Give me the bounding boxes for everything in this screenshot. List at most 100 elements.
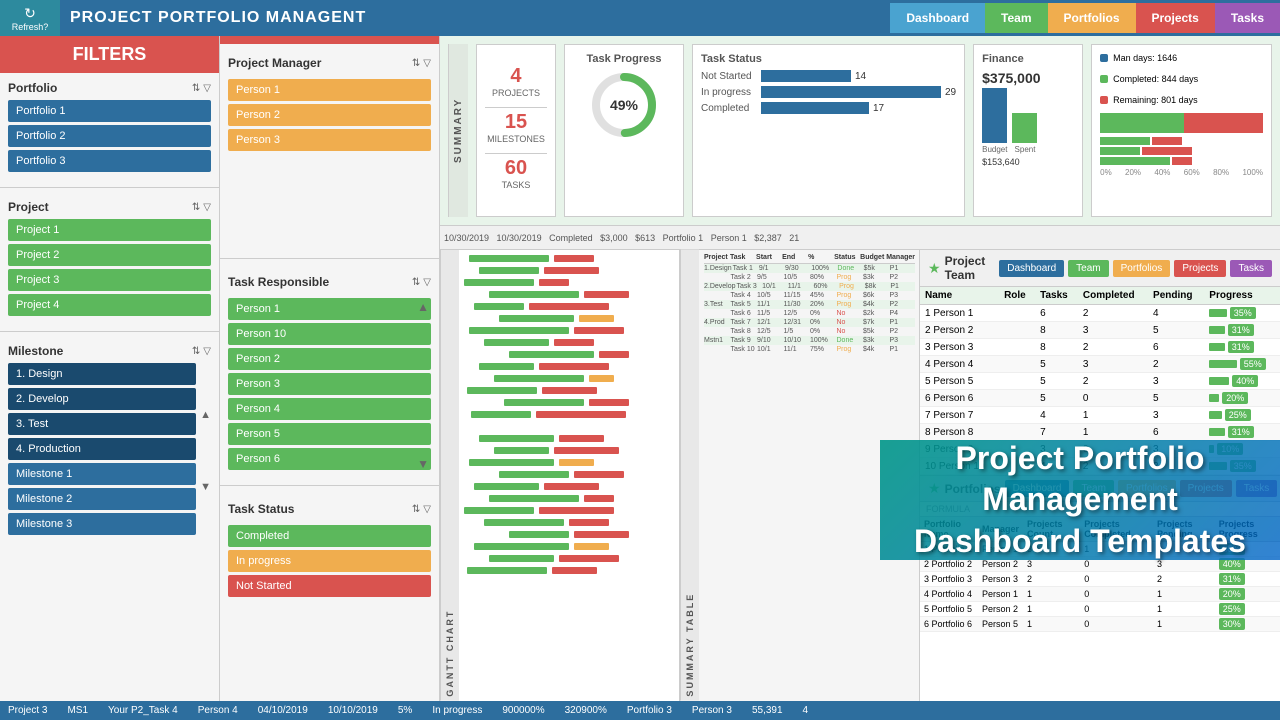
team-col-role: Role <box>999 287 1035 305</box>
pm-person2-btn[interactable]: Person 2 <box>228 104 431 126</box>
team-tab-team[interactable]: Team <box>1068 260 1108 277</box>
team-completed-cell: 1 <box>1078 407 1148 424</box>
portfolio-filter-icon[interactable]: ▽ <box>203 83 211 94</box>
port-progress-badge: 20% <box>1219 588 1245 600</box>
ts-notstarted-btn[interactable]: Not Started <box>228 575 431 597</box>
refresh-button[interactable]: ↻ Refresh? <box>0 0 60 36</box>
progress-bar-fill <box>1209 326 1225 334</box>
project-2-btn[interactable]: Project 2 <box>8 244 211 266</box>
milestone-3-btn[interactable]: Milestone 3 <box>8 513 196 535</box>
tab-tasks[interactable]: Tasks <box>1215 3 1280 33</box>
milestone-sort-icon[interactable]: ⇅ <box>192 346 200 357</box>
pm-sort-icon[interactable]: ⇅ <box>412 58 420 69</box>
team-tab-portfolios[interactable]: Portfolios <box>1113 260 1171 277</box>
tab-dashboard[interactable]: Dashboard <box>890 3 985 33</box>
team-table-row: 7 Person 7 4 1 3 25% <box>920 407 1280 424</box>
team-progress-cell: 31% <box>1204 322 1280 339</box>
milestone-production-btn[interactable]: 4. Production <box>8 438 196 460</box>
port-completed-cell: 0 <box>1080 602 1153 617</box>
portfolio-sort-icon[interactable]: ⇅ <box>192 83 200 94</box>
port-count-cell: 2 <box>1023 572 1080 587</box>
milestone-scroll-down[interactable]: ▼ <box>200 481 211 493</box>
ts-completed-btn[interactable]: Completed <box>228 525 431 547</box>
pm-person1-btn[interactable]: Person 1 <box>228 79 431 101</box>
tr-person6-btn[interactable]: Person 6 <box>228 448 431 470</box>
gantt-panel: GANTT CHART <box>440 250 680 701</box>
status-bar: Project 3 MS1 Your P2_Task 4 Person 4 04… <box>0 701 1280 720</box>
tr-person3-btn[interactable]: Person 3 <box>228 373 431 395</box>
milestone-filter-title: Milestone <box>8 344 63 358</box>
pm-person3-btn[interactable]: Person 3 <box>228 129 431 151</box>
progress-pct-label: 40% <box>1232 375 1258 387</box>
in-progress-val: 29 <box>945 87 956 98</box>
team-col-pending: Pending <box>1148 287 1204 305</box>
tr-person5-btn[interactable]: Person 5 <box>228 423 431 445</box>
ts-sort-icon[interactable]: ⇅ <box>412 504 420 515</box>
tr-scroll-down[interactable]: ▼ <box>417 457 429 471</box>
status-end-date: 10/10/2019 <box>328 705 378 716</box>
project-1-btn[interactable]: Project 1 <box>8 219 211 241</box>
team-tasks-cell: 4 <box>1035 407 1078 424</box>
team-name-cell: 3 Person 3 <box>920 339 999 356</box>
overlay-line1: Project Portfolio Management <box>956 440 1205 518</box>
portfolio-1-btn[interactable]: Portfolio 1 <box>8 100 211 122</box>
port-completed-cell: 0 <box>1080 617 1153 632</box>
team-progress-cell: 20% <box>1204 390 1280 407</box>
task-progress-title: Task Progress <box>586 53 661 65</box>
portfolio-3-btn[interactable]: Portfolio 3 <box>8 150 211 172</box>
tr-person10-btn[interactable]: Person 10 <box>228 323 431 345</box>
port-pending-cell: 2 <box>1153 572 1215 587</box>
project-3-btn[interactable]: Project 3 <box>8 269 211 291</box>
team-progress-cell: 40% <box>1204 373 1280 390</box>
gantt-legend-card: Man days: 1646 Completed: 844 days Remai… <box>1091 44 1272 217</box>
team-completed-cell: 3 <box>1078 356 1148 373</box>
donut-label: 49% <box>610 97 638 113</box>
milestone-design-btn[interactable]: 1. Design <box>8 363 196 385</box>
project-filter-icon[interactable]: ▽ <box>203 202 211 213</box>
tr-filter-icon[interactable]: ▽ <box>423 277 431 288</box>
tab-projects[interactable]: Projects <box>1136 3 1215 33</box>
ts-filter-icon[interactable]: ▽ <box>423 504 431 515</box>
milestone-filter-section: Milestone ⇅ ▽ 1. Design 2. Develop 3. Te… <box>0 336 219 546</box>
milestone-1-btn[interactable]: Milestone 1 <box>8 463 196 485</box>
tab-team[interactable]: Team <box>985 3 1047 33</box>
completed-val: 17 <box>873 103 884 114</box>
tr-person1-btn[interactable]: Person 1 <box>228 298 431 320</box>
milestone-2-btn[interactable]: Milestone 2 <box>8 488 196 510</box>
top-navigation: ↻ Refresh? PROJECT PORTFOLIO MANAGENT Da… <box>0 0 1280 36</box>
milestone-test-btn[interactable]: 3. Test <box>8 413 196 435</box>
port-name-cell: 6 Portfolio 6 <box>920 617 978 632</box>
gantt-content <box>459 250 679 701</box>
ts-inprogress-btn[interactable]: In progress <box>228 550 431 572</box>
progress-pct-label: 25% <box>1225 409 1251 421</box>
portfolio-filter-section: Portfolio ⇅ ▽ Portfolio 1 Portfolio 2 Po… <box>0 73 219 183</box>
team-tab-projects[interactable]: Projects <box>1174 260 1226 277</box>
milestone-filter-icon[interactable]: ▽ <box>203 346 211 357</box>
team-star-icon: ★ <box>928 260 941 277</box>
tr-scroll-up[interactable]: ▲ <box>417 300 429 314</box>
portfolio-2-btn[interactable]: Portfolio 2 <box>8 125 211 147</box>
team-pending-cell: 3 <box>1148 407 1204 424</box>
tr-sort-icon[interactable]: ⇅ <box>412 277 420 288</box>
port-manager-cell: Person 1 <box>978 587 1023 602</box>
tr-person2-btn[interactable]: Person 2 <box>228 348 431 370</box>
project-team-header: ★ Project Team Dashboard Team Portfolios… <box>920 250 1280 287</box>
summary-label: SUMMARY <box>448 44 468 217</box>
projects-label: PROJECTS <box>492 88 540 98</box>
status-portfolio: Portfolio 3 <box>627 705 672 716</box>
project-sort-icon[interactable]: ⇅ <box>192 202 200 213</box>
milestone-scroll-up[interactable]: ▲ <box>200 409 211 421</box>
team-tab-dashboard[interactable]: Dashboard <box>999 260 1064 277</box>
progress-bar-fill <box>1209 428 1225 436</box>
pm-filter-icon[interactable]: ▽ <box>423 58 431 69</box>
milestone-develop-btn[interactable]: 2. Develop <box>8 388 196 410</box>
tab-portfolios[interactable]: Portfolios <box>1048 3 1136 33</box>
tr-person4-btn[interactable]: Person 4 <box>228 398 431 420</box>
team-tab-tasks[interactable]: Tasks <box>1230 260 1272 277</box>
team-table-row: 2 Person 2 8 3 5 31% <box>920 322 1280 339</box>
legend-remaining: Remaining: 801 days <box>1113 95 1198 105</box>
overlay-banner: Project Portfolio Management Dashboard T… <box>880 440 1280 560</box>
team-tasks-cell: 5 <box>1035 356 1078 373</box>
project-4-btn[interactable]: Project 4 <box>8 294 211 316</box>
progress-bar-fill <box>1209 394 1219 402</box>
